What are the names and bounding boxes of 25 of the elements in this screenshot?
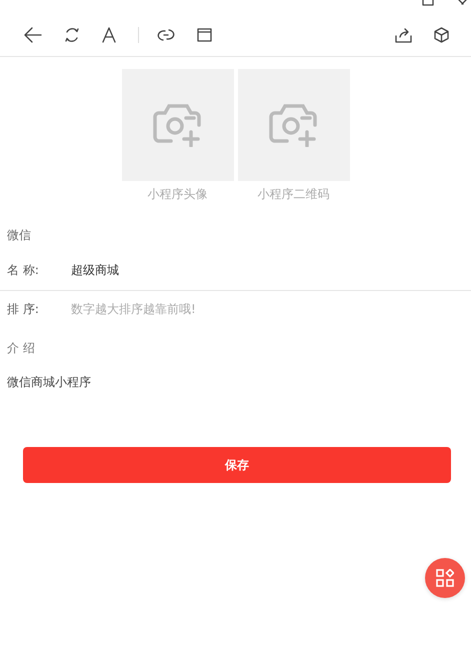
window-maximize-icon[interactable]: [422, 0, 434, 6]
camera-add-icon: [268, 103, 318, 147]
share-icon[interactable]: [395, 28, 412, 42]
section-title: 微信: [6, 227, 32, 244]
upload-label: 小程序头像: [148, 186, 208, 203]
refresh-icon[interactable]: [64, 27, 80, 43]
intro-text: 微信商城小程序: [6, 374, 92, 391]
cube-icon[interactable]: [434, 27, 449, 43]
save-button[interactable]: 保存: [23, 447, 451, 483]
window-icon[interactable]: [197, 28, 212, 42]
close-icon[interactable]: [458, 0, 467, 6]
font-icon[interactable]: [102, 27, 116, 43]
field-label: 介 绍: [6, 340, 36, 357]
back-icon[interactable]: [24, 27, 42, 43]
field-label: 名 称:: [7, 262, 40, 278]
link-icon[interactable]: [157, 28, 175, 42]
input-field[interactable]: 数字越大排序越靠前哦!: [71, 302, 321, 316]
field-value: 超级商城: [71, 262, 119, 278]
field-label: 排 序:: [7, 300, 40, 318]
camera-add-icon: [152, 103, 202, 147]
image-upload-tile[interactable]: [238, 69, 350, 181]
image-upload-tile[interactable]: [122, 69, 234, 181]
upload-label: 小程序二维码: [258, 186, 330, 203]
apps-icon: [436, 569, 454, 587]
apps-button[interactable]: [425, 558, 465, 598]
